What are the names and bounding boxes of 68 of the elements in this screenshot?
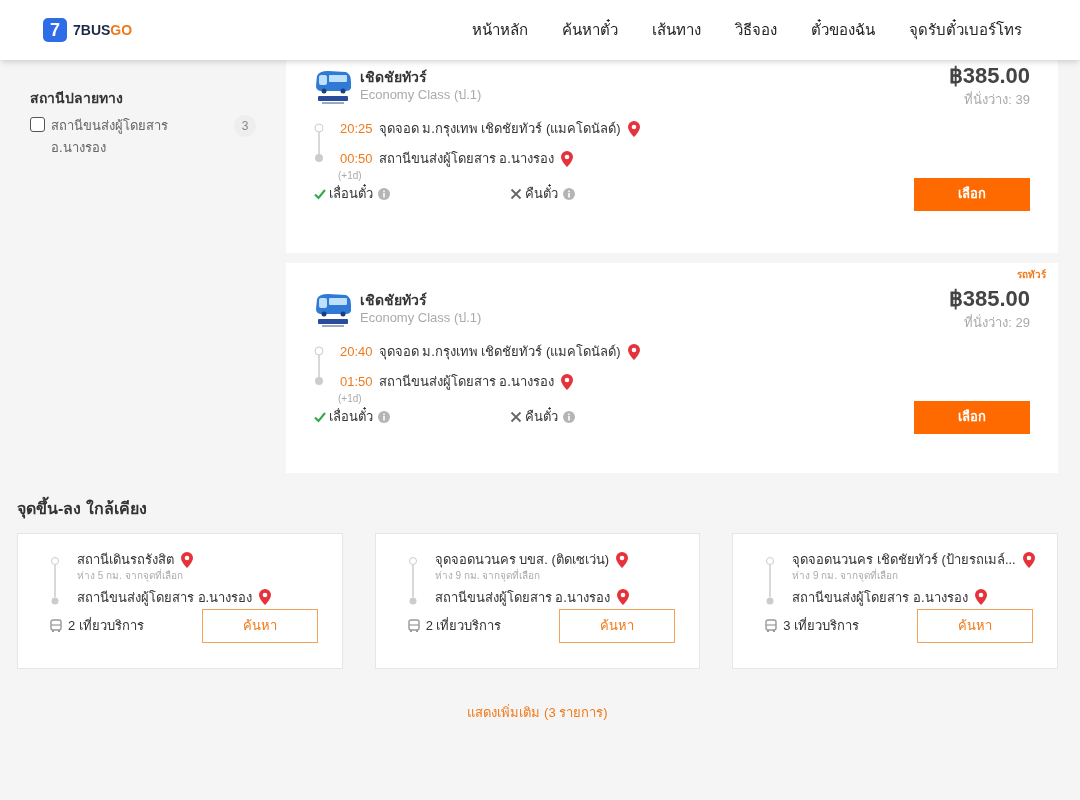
location-pin-icon[interactable]	[258, 588, 273, 607]
bus-class: Economy Class (ป.1)	[360, 309, 482, 327]
logo-icon[interactable]: 7	[43, 18, 67, 42]
location-pin-icon[interactable]	[626, 119, 641, 138]
price: ฿385.00	[948, 285, 1030, 313]
stop-name: สถานีขนส่งผู้โดยสาร อ.นางรอง	[77, 588, 253, 607]
nav-link[interactable]: หน้าหลัก	[472, 18, 528, 42]
bus-logo-icon	[314, 68, 352, 106]
departure-time: 20:40	[340, 342, 373, 361]
location-pin-icon[interactable]	[1021, 550, 1036, 569]
stop-name: จุดจอดนวนคร บขส. (ติดเซเว่น)	[434, 551, 610, 568]
location-pin-icon[interactable]	[615, 550, 630, 569]
logo-text[interactable]: 7BUSGO	[73, 19, 133, 41]
location-pin-icon[interactable]	[615, 588, 630, 607]
location-pin-icon[interactable]	[559, 372, 574, 391]
policy-label: เลื่อนตั๋ว	[329, 184, 373, 204]
location-pin-icon[interactable]	[559, 149, 574, 168]
bus-icon	[49, 619, 63, 633]
route-line-icon	[50, 556, 60, 606]
location-pin-icon[interactable]	[626, 342, 641, 361]
departure-time: 20:25	[340, 119, 373, 138]
price: ฿385.00	[948, 62, 1030, 90]
bus-logo-icon	[314, 291, 352, 329]
seats-available: ที่นั่งว่าง: 39	[963, 90, 1030, 109]
location-pin-icon[interactable]	[973, 588, 988, 607]
count-badge: 3	[234, 115, 256, 137]
bus-icon	[406, 619, 421, 633]
arrival-time: 01:50	[340, 372, 373, 391]
arrival-stop: สถานีขนส่งผู้โดยสาร อ.นางรอง	[378, 149, 554, 169]
operator-name: เชิดชัยทัวร์	[360, 291, 428, 309]
operator-name: เชิดชัยทัวร์	[360, 68, 428, 86]
tag-label: รถทัวร์	[1017, 268, 1046, 282]
route-line-icon	[407, 556, 418, 606]
route-line-icon	[314, 345, 324, 386]
distance-note: ห่าง 5 กม. จากจุดที่เลือก	[77, 569, 184, 582]
location-pin-icon[interactable]	[180, 550, 194, 569]
departure-stop: จุดจอด ม.กรุงเทพ เชิดชัยทัวร์ (แมคโดนัลด์)	[378, 342, 621, 362]
departure-stop: จุดจอด ม.กรุงเทพ เชิดชัยทัวร์ (แมคโดนัลด์)	[378, 119, 621, 139]
seats-available: ที่นั่งว่าง: 29	[963, 313, 1030, 332]
stop-name: สถานีขนส่งผู้โดยสาร อ.นางรอง	[792, 588, 968, 607]
nav-link[interactable]: ค้นหาตั๋ว	[562, 18, 618, 42]
trip-count: 2 เที่ยวบริการ	[68, 616, 144, 636]
day-offset: (+1d)	[338, 169, 363, 182]
route-line-icon	[765, 556, 776, 606]
stop-name: จุดจอดนวนคร เชิดชัยทัวร์ (ป้ายรถเมล์...	[792, 551, 1016, 568]
section-title: สถานีปลายทาง	[30, 89, 124, 108]
nav-link[interactable]: ตั๋วของฉัน	[811, 18, 875, 42]
checkbox[interactable]	[30, 117, 45, 132]
bus-class: Economy Class (ป.1)	[360, 86, 482, 104]
trip-count: 2 เที่ยวบริการ	[425, 616, 502, 636]
stop-name: สถานีขนส่งผู้โดยสาร อ.นางรอง	[434, 588, 610, 607]
policy-label: คืนตั๋ว	[525, 184, 558, 204]
policy-label: เลื่อนตั๋ว	[329, 407, 373, 427]
trip-count: 3 เที่ยวบริการ	[783, 616, 860, 636]
stop-name: สถานีเดินรถรังสิต	[77, 551, 174, 568]
distance-note: ห่าง 9 กม. จากจุดที่เลือก	[792, 569, 899, 582]
section-title: จุดขึ้น-ลง ใกล้เคียง	[17, 497, 1058, 521]
nav-link[interactable]: จุดรับตั๋วเบอร์โทร	[909, 18, 1022, 42]
nav-link[interactable]: วิธีจอง	[735, 18, 777, 42]
nav-link[interactable]: เส้นทาง	[652, 18, 701, 42]
bus-icon	[764, 619, 779, 633]
arrival-stop: สถานีขนส่งผู้โดยสาร อ.นางรอง	[378, 372, 554, 392]
policy-label: คืนตั๋ว	[525, 407, 558, 427]
route-line-icon	[314, 122, 324, 163]
distance-note: ห่าง 9 กม. จากจุดที่เลือก	[434, 569, 542, 582]
day-offset: (+1d)	[338, 392, 363, 405]
arrival-time: 00:50	[340, 149, 373, 168]
filter-label: สถานีขนส่งผู้โดยสาร อ.นางรอง	[51, 117, 169, 157]
